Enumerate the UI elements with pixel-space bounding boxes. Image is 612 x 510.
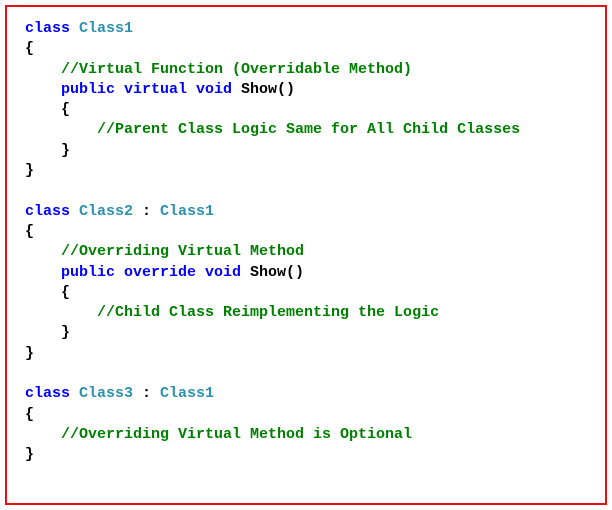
blank-line (25, 182, 34, 199)
colon: : (133, 203, 160, 220)
keyword-class: class (25, 203, 70, 220)
brace-open-inner: { (25, 101, 70, 118)
type-class2: Class2 (70, 203, 133, 220)
method-show: Show() (232, 81, 295, 98)
type-base-class1: Class1 (160, 385, 214, 402)
colon: : (133, 385, 160, 402)
brace-close: } (25, 446, 34, 463)
brace-close-inner: } (25, 142, 70, 159)
comment-virtual: //Virtual Function (Overridable Method) (25, 61, 412, 78)
indent (25, 81, 61, 98)
method-show: Show() (241, 264, 304, 281)
type-class1: Class1 (70, 20, 133, 37)
brace-close: } (25, 345, 34, 362)
keyword-class: class (25, 20, 70, 37)
indent (25, 264, 61, 281)
comment-overriding: //Overriding Virtual Method (25, 243, 304, 260)
comment-parent-logic: //Parent Class Logic Same for All Child … (25, 121, 520, 138)
brace-open: { (25, 223, 34, 240)
type-base-class1: Class1 (160, 203, 214, 220)
comment-child-logic: //Child Class Reimplementing the Logic (25, 304, 439, 321)
keyword-public-virtual-void: public virtual void (61, 81, 232, 98)
brace-open-inner: { (25, 284, 70, 301)
brace-open: { (25, 40, 34, 57)
code-block: class Class1 { //Virtual Function (Overr… (5, 5, 607, 505)
keyword-class: class (25, 385, 70, 402)
type-class3: Class3 (70, 385, 133, 402)
comment-optional: //Overriding Virtual Method is Optional (25, 426, 412, 443)
brace-close-inner: } (25, 324, 70, 341)
blank-line (25, 365, 34, 382)
brace-close: } (25, 162, 34, 179)
keyword-public-override-void: public override void (61, 264, 241, 281)
brace-open: { (25, 406, 34, 423)
